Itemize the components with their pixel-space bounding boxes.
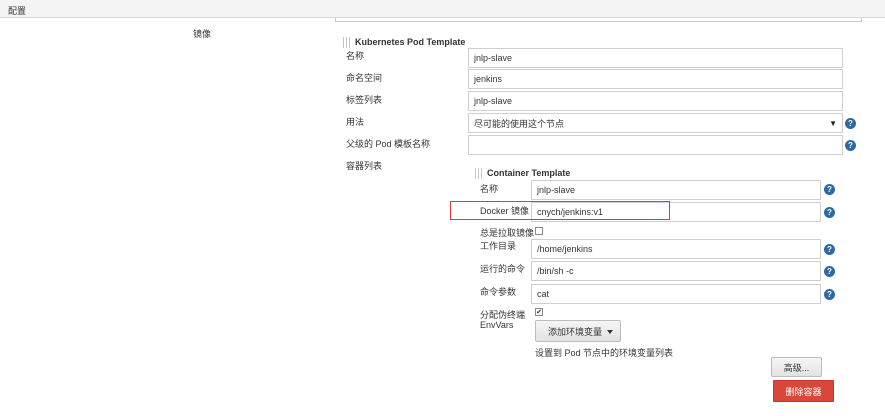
parent-template-help-icon[interactable]: ?: [845, 140, 856, 151]
container-name-help-icon[interactable]: ?: [824, 184, 835, 195]
workdir-input[interactable]: /home/jenkins: [531, 239, 821, 259]
container-template-title: Container Template: [487, 168, 571, 178]
usage-select[interactable]: 尽可能的使用这个节点 ▼: [468, 113, 843, 133]
chevron-down-icon: ▼: [829, 118, 837, 128]
page-title: 配置: [8, 6, 27, 16]
parent-template-label: 父级的 Pod 模板名称: [346, 139, 431, 149]
workdir-label: 工作目录: [480, 241, 517, 251]
pod-name-input[interactable]: jnlp-slave: [468, 48, 843, 68]
advanced-button[interactable]: 高级...: [771, 357, 822, 377]
top-bar: [0, 0, 885, 18]
command-label: 运行的命令: [480, 264, 526, 274]
command-input[interactable]: /bin/sh -c: [531, 261, 821, 281]
always-pull-label: 总是拉取镜像: [480, 228, 535, 238]
command-help-icon[interactable]: ?: [824, 266, 835, 277]
namespace-label: 命名空间: [346, 73, 383, 83]
pod-template-title: Kubernetes Pod Template: [355, 37, 466, 47]
args-label: 命令参数: [480, 287, 517, 297]
usage-help-icon[interactable]: ?: [845, 118, 856, 129]
drag-handle-icon[interactable]: [343, 37, 351, 48]
previous-field-bottom: [335, 18, 862, 22]
delete-container-button[interactable]: 删除容器: [773, 380, 834, 402]
container-name-input[interactable]: jnlp-slave: [531, 180, 821, 200]
usage-label: 用法: [346, 117, 365, 127]
caret-down-icon: [607, 330, 613, 334]
container-name-label: 名称: [480, 184, 499, 194]
workdir-help-icon[interactable]: ?: [824, 244, 835, 255]
containers-label: 容器列表: [346, 161, 383, 171]
container-drag-handle-icon[interactable]: [475, 168, 483, 179]
highlight-box: [450, 201, 670, 220]
docker-image-help-icon[interactable]: ?: [824, 207, 835, 218]
image-section-label: 镜像: [193, 29, 212, 39]
args-input[interactable]: cat: [531, 284, 821, 304]
add-env-var-button-label: 添加环境变量: [548, 326, 603, 337]
envvars-label: EnvVars: [480, 320, 514, 330]
labels-label: 标签列表: [346, 95, 383, 105]
usage-select-value: 尽可能的使用这个节点: [474, 118, 565, 129]
args-help-icon[interactable]: ?: [824, 289, 835, 300]
always-pull-checkbox[interactable]: [535, 227, 543, 235]
env-help-text: 设置到 Pod 节点中的环境变量列表: [535, 348, 674, 358]
parent-template-input[interactable]: [468, 135, 843, 155]
namespace-input[interactable]: jenkins: [468, 69, 843, 89]
pod-name-label: 名称: [346, 51, 365, 61]
add-env-var-button[interactable]: 添加环境变量: [535, 320, 621, 342]
labels-input[interactable]: jnlp-slave: [468, 91, 843, 111]
tty-checkbox[interactable]: ✔: [535, 308, 543, 316]
